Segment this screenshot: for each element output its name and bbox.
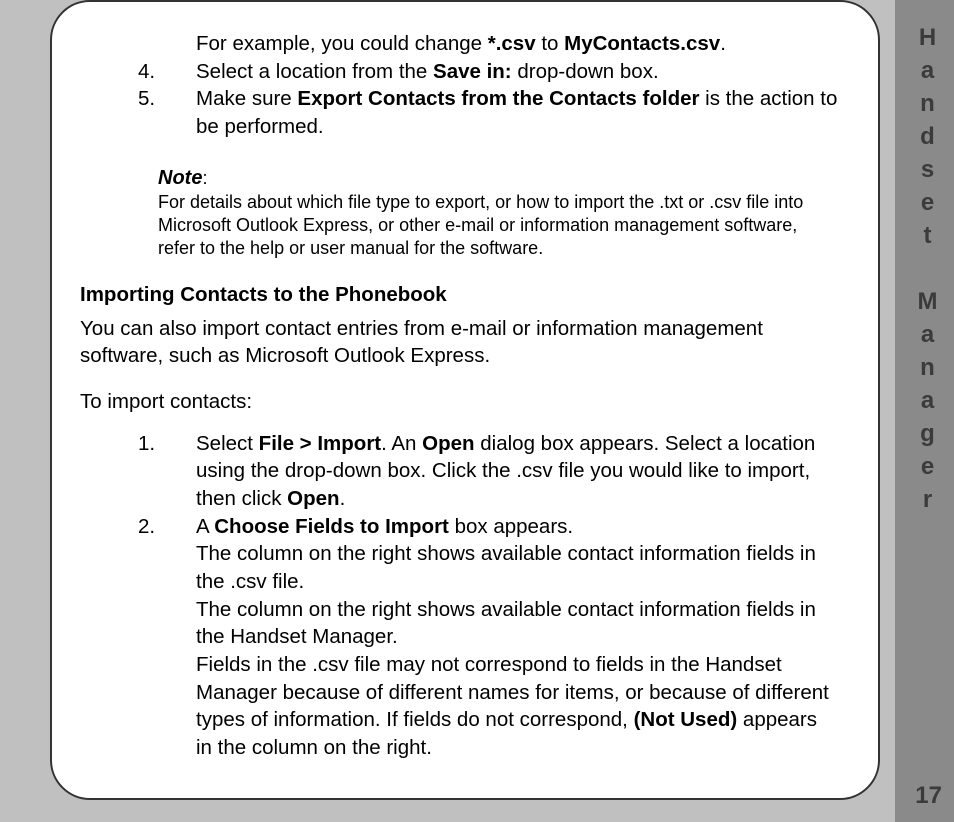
to-import-line: To import contacts: <box>80 388 838 416</box>
step-number: 2. <box>138 513 196 762</box>
line: Fields in the .csv file may not correspo… <box>196 651 838 762</box>
line: The column on the right shows available … <box>196 596 838 651</box>
t: Select <box>196 432 259 455</box>
example-text: For example, you could change *.csv to M… <box>196 30 838 58</box>
t: (Not Used) <box>634 708 738 731</box>
page-frame: For example, you could change *.csv to M… <box>0 0 895 822</box>
step-text: A Choose Fields to Import box appears. T… <box>196 513 838 762</box>
t: : <box>202 168 207 188</box>
t: Save in: <box>433 60 512 83</box>
content-panel: For example, you could change *.csv to M… <box>50 0 880 800</box>
t: to <box>536 32 565 55</box>
spacer <box>138 30 196 58</box>
import-step-2: 2. A Choose Fields to Import box appears… <box>138 513 838 762</box>
note-label: Note <box>158 167 202 189</box>
t: *.csv <box>488 32 536 55</box>
t: Export Contacts from the Contacts folder <box>297 87 699 110</box>
t: Open <box>422 432 474 455</box>
t: File > Import <box>259 432 381 455</box>
step-number: 4. <box>138 58 196 86</box>
intro-paragraph: You can also import contact entries from… <box>80 315 838 370</box>
note-block: Note: For details about which file type … <box>158 165 838 261</box>
step-text: Make sure Export Contacts from the Conta… <box>196 85 838 140</box>
step-text: Select File > Import. An Open dialog box… <box>196 430 838 513</box>
side-tab-label: Handset Manager <box>913 24 941 519</box>
step-number: 1. <box>138 430 196 513</box>
t: drop-down box. <box>512 60 659 83</box>
import-step-1: 1. Select File > Import. An Open dialog … <box>138 430 838 513</box>
t: A <box>196 515 214 538</box>
line: The column on the right shows available … <box>196 540 838 595</box>
step-5: 5. Make sure Export Contacts from the Co… <box>138 85 838 140</box>
page-number: 17 <box>915 782 942 810</box>
t: . <box>340 487 346 510</box>
t: . An <box>381 432 422 455</box>
t: For example, you could change <box>196 32 488 55</box>
note-text: For details about which file type to exp… <box>158 191 838 261</box>
t: . <box>720 32 726 55</box>
step-4: 4. Select a location from the Save in: d… <box>138 58 838 86</box>
example-line: For example, you could change *.csv to M… <box>138 30 838 58</box>
t: Make sure <box>196 87 297 110</box>
section-heading: Importing Contacts to the Phonebook <box>80 281 838 309</box>
t: box appears. <box>449 515 573 538</box>
t: Select a location from the <box>196 60 433 83</box>
t: Open <box>287 487 339 510</box>
step-text: Select a location from the Save in: drop… <box>196 58 838 86</box>
t: MyContacts.csv <box>564 32 720 55</box>
t: Choose Fields to Import <box>214 515 449 538</box>
side-tab: Handset Manager 17 <box>895 0 954 822</box>
step-number: 5. <box>138 85 196 140</box>
line: A Choose Fields to Import box appears. <box>196 513 838 541</box>
